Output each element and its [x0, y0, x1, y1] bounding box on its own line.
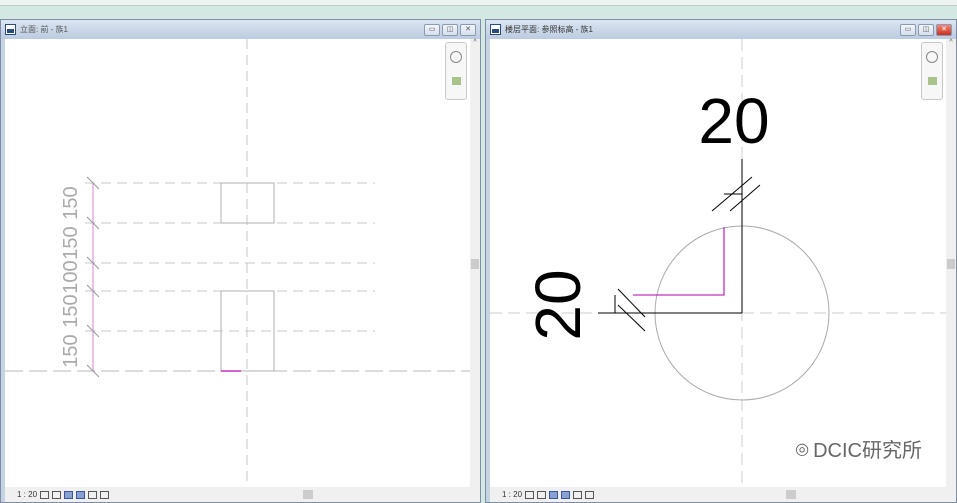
watermark: ◎ DCIC研究所 [795, 440, 922, 462]
crop-icon[interactable] [573, 490, 583, 499]
ribbon-strip [0, 0, 957, 6]
minimize-button[interactable]: ▭ [424, 24, 440, 36]
temp-hide-icon[interactable] [585, 490, 595, 499]
plan-drawing: 20 20 [490, 39, 946, 487]
view-control-bar: 1 : 20 [490, 487, 956, 502]
drawing-canvas[interactable]: 150 150 100 150 150 [5, 39, 470, 487]
view-window-plan[interactable]: 楼层平面: 参照标高 - 族1 ▭ ◫ ✕ 20 20 ◎ DCIC研究所 ^ … [485, 19, 957, 503]
zoom-icon[interactable] [927, 77, 937, 85]
navigation-bar[interactable] [921, 42, 943, 100]
navigation-bar[interactable] [445, 42, 467, 100]
scale-label[interactable]: 1 : 20 [502, 490, 522, 499]
wechat-icon: ◎ [795, 440, 810, 458]
vertical-scrollbar[interactable]: ^ [470, 39, 480, 487]
view-window-elevation[interactable]: 立面: 前 - 族1 ▭ ◫ ✕ 150 150 100 150 150 ^ 1… [0, 19, 481, 503]
restore-button[interactable]: ◫ [442, 24, 458, 36]
shadows-icon[interactable] [561, 490, 571, 499]
scale-label[interactable]: 1 : 20 [17, 490, 37, 499]
view-title: 立面: 前 - 族1 [20, 25, 69, 34]
elevation-drawing: 150 150 100 150 150 [5, 39, 470, 487]
view-control-bar: 1 : 20 [5, 487, 480, 502]
dimension-text: 100 [60, 260, 82, 293]
vertical-scrollbar[interactable]: ^ [946, 39, 956, 487]
title-bar[interactable]: 立面: 前 - 族1 ▭ ◫ ✕ [1, 20, 480, 39]
dimension-text: 150 [60, 226, 82, 259]
view-doc-icon [490, 24, 501, 35]
visual-style-icon[interactable] [537, 490, 547, 499]
temp-hide-icon[interactable] [100, 490, 110, 499]
sun-path-icon[interactable] [64, 490, 74, 499]
detail-level-icon[interactable] [40, 490, 50, 499]
crop-icon[interactable] [88, 490, 98, 499]
close-button[interactable]: ✕ [460, 24, 476, 36]
visual-style-icon[interactable] [52, 490, 62, 499]
minimize-button[interactable]: ▭ [900, 24, 916, 36]
steering-wheel-icon[interactable] [926, 51, 938, 63]
sketch-lines [633, 227, 725, 296]
dimension-text: 150 [60, 186, 82, 219]
restore-button[interactable]: ◫ [918, 24, 934, 36]
horizontal-scrollbar[interactable] [303, 490, 313, 499]
drawing-canvas[interactable]: 20 20 ◎ DCIC研究所 [490, 39, 946, 487]
view-doc-icon [5, 24, 16, 35]
view-title: 楼层平面: 参照标高 - 族1 [505, 25, 594, 34]
shadows-icon[interactable] [76, 490, 86, 499]
dimension-text: 150 [60, 334, 82, 367]
dimension-text: 150 [60, 294, 82, 327]
dimension-text-horizontal: 20 [698, 85, 769, 157]
title-bar[interactable]: 楼层平面: 参照标高 - 族1 ▭ ◫ ✕ [486, 20, 956, 39]
sun-path-icon[interactable] [549, 490, 559, 499]
steering-wheel-icon[interactable] [450, 51, 462, 63]
horizontal-scrollbar[interactable] [786, 490, 796, 499]
detail-level-icon[interactable] [525, 490, 535, 499]
close-button[interactable]: ✕ [936, 24, 952, 36]
dimension-text-vertical: 20 [522, 269, 594, 340]
zoom-icon[interactable] [451, 77, 461, 85]
